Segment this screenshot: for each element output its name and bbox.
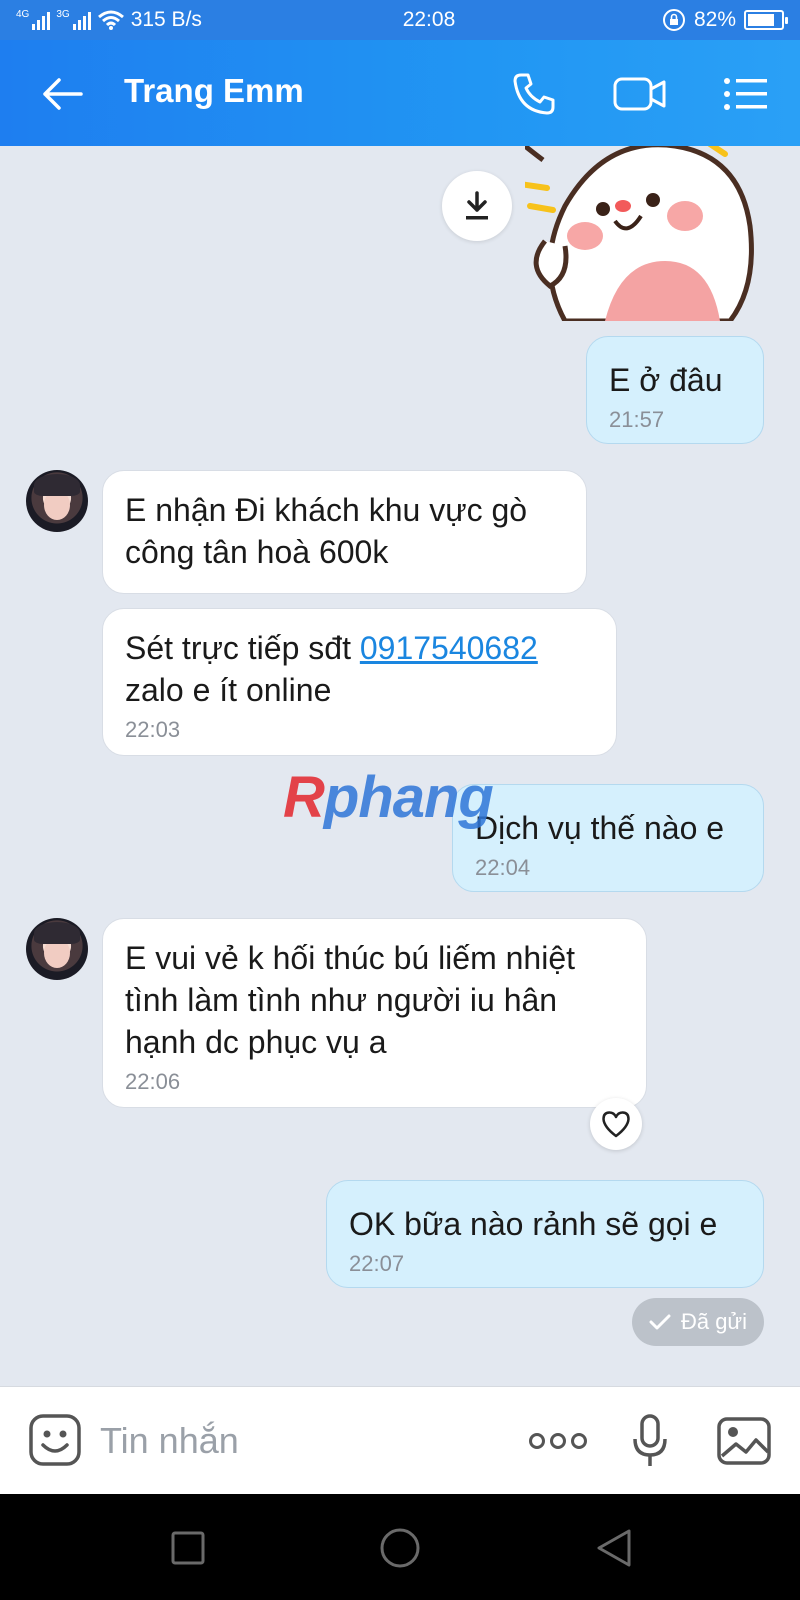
contact-name[interactable]: Trang Emm [124,72,304,110]
signal-2-icon: 3G [56,10,91,30]
message-bubble-outgoing[interactable]: Dịch vụ thế nào e 22:04 [452,784,764,892]
message-text: E ở đâu [609,362,723,398]
sent-status-badge: Đã gửi [632,1298,764,1346]
back-nav-button[interactable] [590,1524,638,1572]
video-camera-icon [613,77,666,111]
back-button[interactable] [38,70,86,118]
message-input[interactable] [100,1411,500,1471]
phone-link[interactable]: 0917540682 [360,630,538,666]
react-button[interactable] [590,1098,642,1150]
more-dots-icon [529,1433,587,1449]
message-text: Sét trực tiếp sđt 0917540682 zalo e ít on… [125,627,594,711]
download-button[interactable] [442,171,512,241]
message-input-bar [0,1386,800,1494]
watermark-logo: Rphang [283,765,494,830]
battery-percent: 82% [693,8,736,31]
message-bubble-incoming[interactable]: E nhận Đi khách khu vực gò công tân hoà … [102,470,587,594]
message-time: 21:57 [609,407,665,432]
message-text-part: Sét trực tiếp sđt [125,630,360,666]
message-text: E vui vẻ k hối thúc bú liếm nhiệt tình l… [125,940,576,1060]
sent-status-text: Đã gửi [680,1309,748,1334]
image-gallery-icon [717,1417,771,1465]
chat-header: Trang Emm [0,40,800,146]
phone-icon [513,73,555,115]
message-bubble-outgoing[interactable]: E ở đâu 21:57 [586,336,764,444]
rotation-lock-icon [662,9,685,31]
call-button[interactable] [508,68,560,120]
voice-button[interactable] [630,1413,670,1469]
message-time: 22:03 [125,717,181,742]
emoji-button[interactable] [28,1413,82,1467]
message-bubble-outgoing[interactable]: OK bữa nào rảnh sẽ gọi e 22:07 [326,1180,764,1288]
message-text: Dịch vụ thế nào e [475,810,725,846]
message-time: 22:07 [349,1251,405,1276]
message-text: OK bữa nào rảnh sẽ gọi e [349,1206,718,1242]
network-speed: 315 B/s [130,8,202,31]
status-time: 22:08 [402,8,456,31]
download-icon [466,191,488,220]
list-menu-icon [724,78,767,110]
message-time: 22:04 [475,855,531,880]
recents-button[interactable] [164,1524,212,1572]
triangle-back-icon [597,1529,631,1567]
message-time: 22:06 [125,1069,181,1094]
message-bubble-incoming[interactable]: Sét trực tiếp sđt 0917540682 zalo e ít on… [102,608,617,756]
sticker-image[interactable] [525,146,770,321]
menu-button[interactable] [720,68,772,120]
home-button[interactable] [376,1524,424,1572]
circle-icon [380,1528,420,1568]
contact-avatar[interactable] [26,918,88,980]
sticker-emoji-icon [29,1414,81,1466]
more-button[interactable] [528,1413,588,1469]
chat-area[interactable]: E ở đâu 21:57 E nhận Đi khách khu vực gò… [0,146,800,1386]
signal-1-icon: 4G [16,10,51,30]
wifi-icon [97,10,124,30]
square-icon [171,1531,205,1565]
status-bar: 4G 3G 315 B/s 22:08 82% [0,0,800,40]
message-bubble-incoming[interactable]: E vui vẻ k hối thúc bú liếm nhiệt tình l… [102,918,647,1108]
heart-icon [602,1111,630,1138]
video-call-button[interactable] [610,68,670,120]
message-text-part: zalo e ít online [125,672,332,708]
image-button[interactable] [716,1413,772,1469]
message-text: E nhận Đi khách khu vực gò công tân hoà … [125,492,528,570]
microphone-icon [633,1414,667,1466]
arrow-left-icon [43,78,83,110]
battery-icon [744,10,788,30]
contact-avatar[interactable] [26,470,88,532]
check-icon [649,1314,671,1330]
system-nav-bar [0,1494,800,1600]
